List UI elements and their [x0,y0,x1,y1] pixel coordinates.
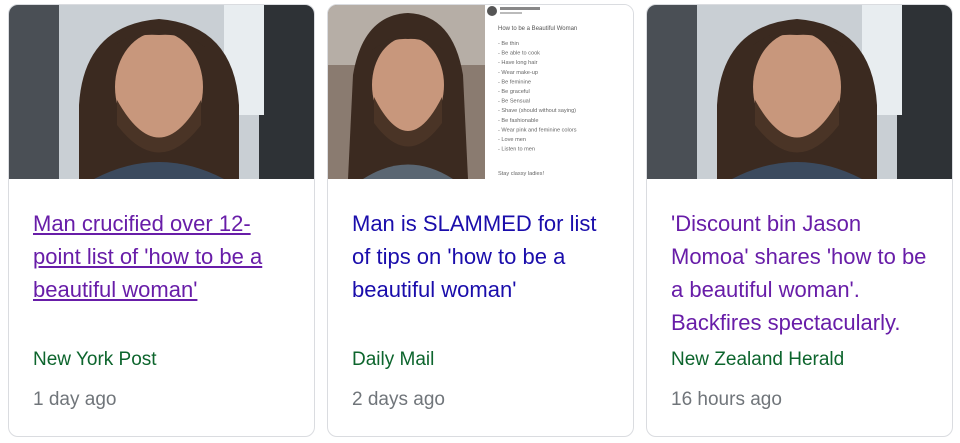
tweet-list-item: - Wear pink and feminine colors [498,127,577,133]
tweet-list-item: - Be Sensual [498,99,530,105]
tweet-list-item: - Listen to men [498,147,535,153]
tweet-list-item: - Wear make-up [498,70,538,76]
tweet-list-item: - Be feminine [498,79,531,85]
news-time-2: 2 days ago [352,389,445,410]
news-source-1: New York Post [33,349,157,370]
tweet-list-item: - Be able to cook [498,51,540,57]
tweet-list-item: - Be graceful [498,89,530,95]
news-card-2[interactable]: How to be a Beautiful Woman - Be thin - B… [327,4,634,437]
news-thumbnail-2[interactable]: How to be a Beautiful Woman - Be thin - B… [328,5,633,179]
news-source-3: New Zealand Herald [671,349,845,370]
news-thumbnail-1[interactable] [9,5,314,179]
news-source-2: Daily Mail [352,349,435,370]
news-headline-3[interactable]: 'Discount bin Jason Momoa' shares 'how t… [671,207,933,339]
man-portrait-image [647,5,952,179]
news-time-3: 16 hours ago [671,389,782,410]
tweet-signoff: Stay classy ladies! [498,171,544,177]
news-thumbnail-3[interactable] [647,5,952,179]
news-card-3[interactable]: 'Discount bin Jason Momoa' shares 'how t… [646,4,953,437]
tweet-list-item: - Have long hair [498,60,538,66]
tweet-list-item: - Be fashionable [498,118,538,124]
tweet-list-item: - Be thin [498,41,519,47]
tweet-list-item: - Love men [498,137,526,143]
news-time-1: 1 day ago [33,389,117,410]
man-portrait-image [9,5,314,179]
man-and-tweet-image: How to be a Beautiful Woman - Be thin - B… [328,5,633,179]
news-headline-2[interactable]: Man is SLAMMED for list of tips on 'how … [352,207,614,306]
news-card-1[interactable]: Man crucified over 12-point list of 'how… [8,4,315,437]
news-headline-1[interactable]: Man crucified over 12-point list of 'how… [33,207,295,306]
tweet-list-item: - Shave (should without saying) [498,108,576,114]
tweet-title: How to be a Beautiful Woman [498,26,577,32]
